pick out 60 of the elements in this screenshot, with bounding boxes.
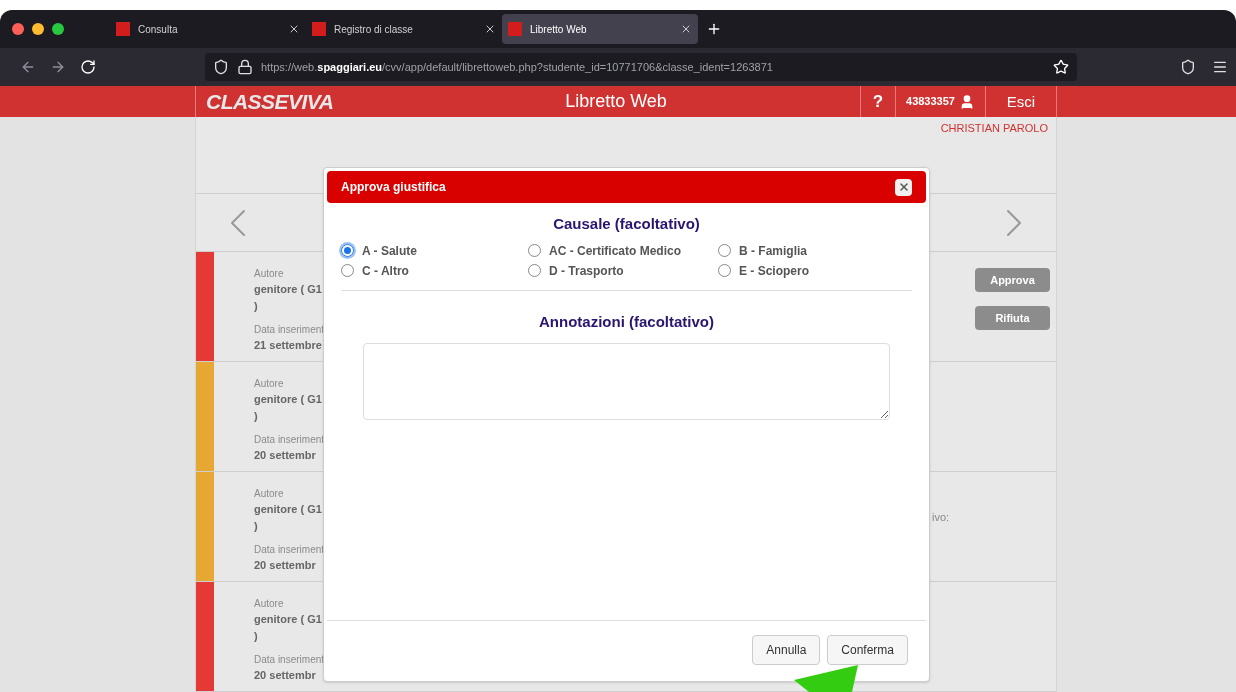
radio-option[interactable]: C - Altro — [341, 261, 528, 280]
dialog-title: Approva giustifica — [341, 179, 446, 196]
author-text: genitore ( G1 — [254, 612, 323, 627]
date-text: 20 settembr — [254, 448, 317, 463]
radio-option[interactable]: D - Trasporto — [528, 261, 718, 280]
radio-option[interactable]: AC - Certificato Medico — [528, 241, 718, 260]
logo[interactable]: CLASSEVIVA — [196, 86, 372, 117]
date-text: 21 settembre — [254, 338, 323, 353]
field-label: Autore — [254, 377, 285, 391]
author-text: ) — [254, 628, 259, 644]
site-logo-icon — [508, 22, 522, 36]
user-code[interactable]: 43833357 — [906, 93, 955, 110]
close-tab-icon[interactable] — [288, 23, 300, 35]
date-text: 20 settembr — [254, 668, 317, 683]
radio-button[interactable] — [341, 244, 354, 257]
bookmark-star-icon[interactable] — [1053, 59, 1069, 75]
back-icon[interactable] — [20, 59, 36, 75]
menu-icon[interactable] — [1212, 59, 1228, 75]
browser-tab[interactable]: Consulta — [110, 14, 306, 44]
field-label: Data inseriment — [254, 433, 326, 447]
radio-option[interactable]: B - Famiglia — [718, 241, 912, 260]
minimize-window-icon[interactable] — [32, 23, 44, 35]
date-text: 20 settembr — [254, 558, 317, 573]
browser-tab[interactable]: Registro di classe — [306, 14, 502, 44]
field-label: Data inseriment — [254, 653, 326, 667]
site-logo-icon — [312, 22, 326, 36]
field-label: Data inseriment — [254, 543, 326, 557]
address-bar[interactable]: https://web.spaggiari.eu/cvv/app/default/librettoweb.php?studente_id=10771706&classe_ident=1263871 — [205, 53, 1077, 81]
section-title: Causale (facoltativo) — [552, 214, 701, 234]
page-title: Libretto Web — [564, 90, 668, 113]
author-text: ) — [254, 518, 259, 534]
author-text: genitore ( G1 — [254, 392, 323, 407]
maximize-window-icon[interactable] — [52, 23, 64, 35]
user-name: CHRISTIAN PAROLO — [940, 121, 1048, 136]
new-tab-icon[interactable] — [706, 21, 722, 37]
note-text: ivo: — [932, 511, 950, 523]
author-text: genitore ( G1 — [254, 282, 323, 297]
field-label: Autore — [254, 487, 285, 501]
close-tab-icon[interactable] — [680, 23, 692, 35]
section-title: Annotazioni (facoltativo) — [538, 311, 715, 332]
field-label: Autore — [254, 267, 285, 281]
site-logo-icon — [116, 22, 130, 36]
reload-icon[interactable] — [80, 59, 96, 75]
author-text: ) — [254, 408, 259, 424]
forward-icon[interactable] — [50, 59, 66, 75]
author-text: genitore ( G1 — [254, 502, 323, 517]
field-label: Data inseriment — [254, 323, 326, 337]
shield-icon[interactable] — [213, 59, 229, 75]
author-text: ) — [254, 298, 259, 314]
radio-option[interactable]: A - Salute — [341, 241, 528, 260]
annotations-field[interactable] — [363, 343, 890, 420]
dialog-button[interactable]: Conferma — [827, 634, 908, 665]
lock-icon[interactable] — [237, 59, 253, 75]
field-label: Autore — [254, 597, 285, 611]
close-tab-icon[interactable] — [484, 23, 496, 35]
browser-tab[interactable]: Libretto Web — [502, 14, 698, 44]
close-window-icon[interactable] — [12, 23, 24, 35]
dialog-button[interactable]: Annulla — [752, 634, 821, 665]
url-text: https://web.spaggiari.eu/cvv/app/default/librettoweb.php?studente_id=10771706&classe_ident=1263871 — [261, 59, 774, 75]
radio-option[interactable]: E - Sciopero — [718, 261, 912, 280]
